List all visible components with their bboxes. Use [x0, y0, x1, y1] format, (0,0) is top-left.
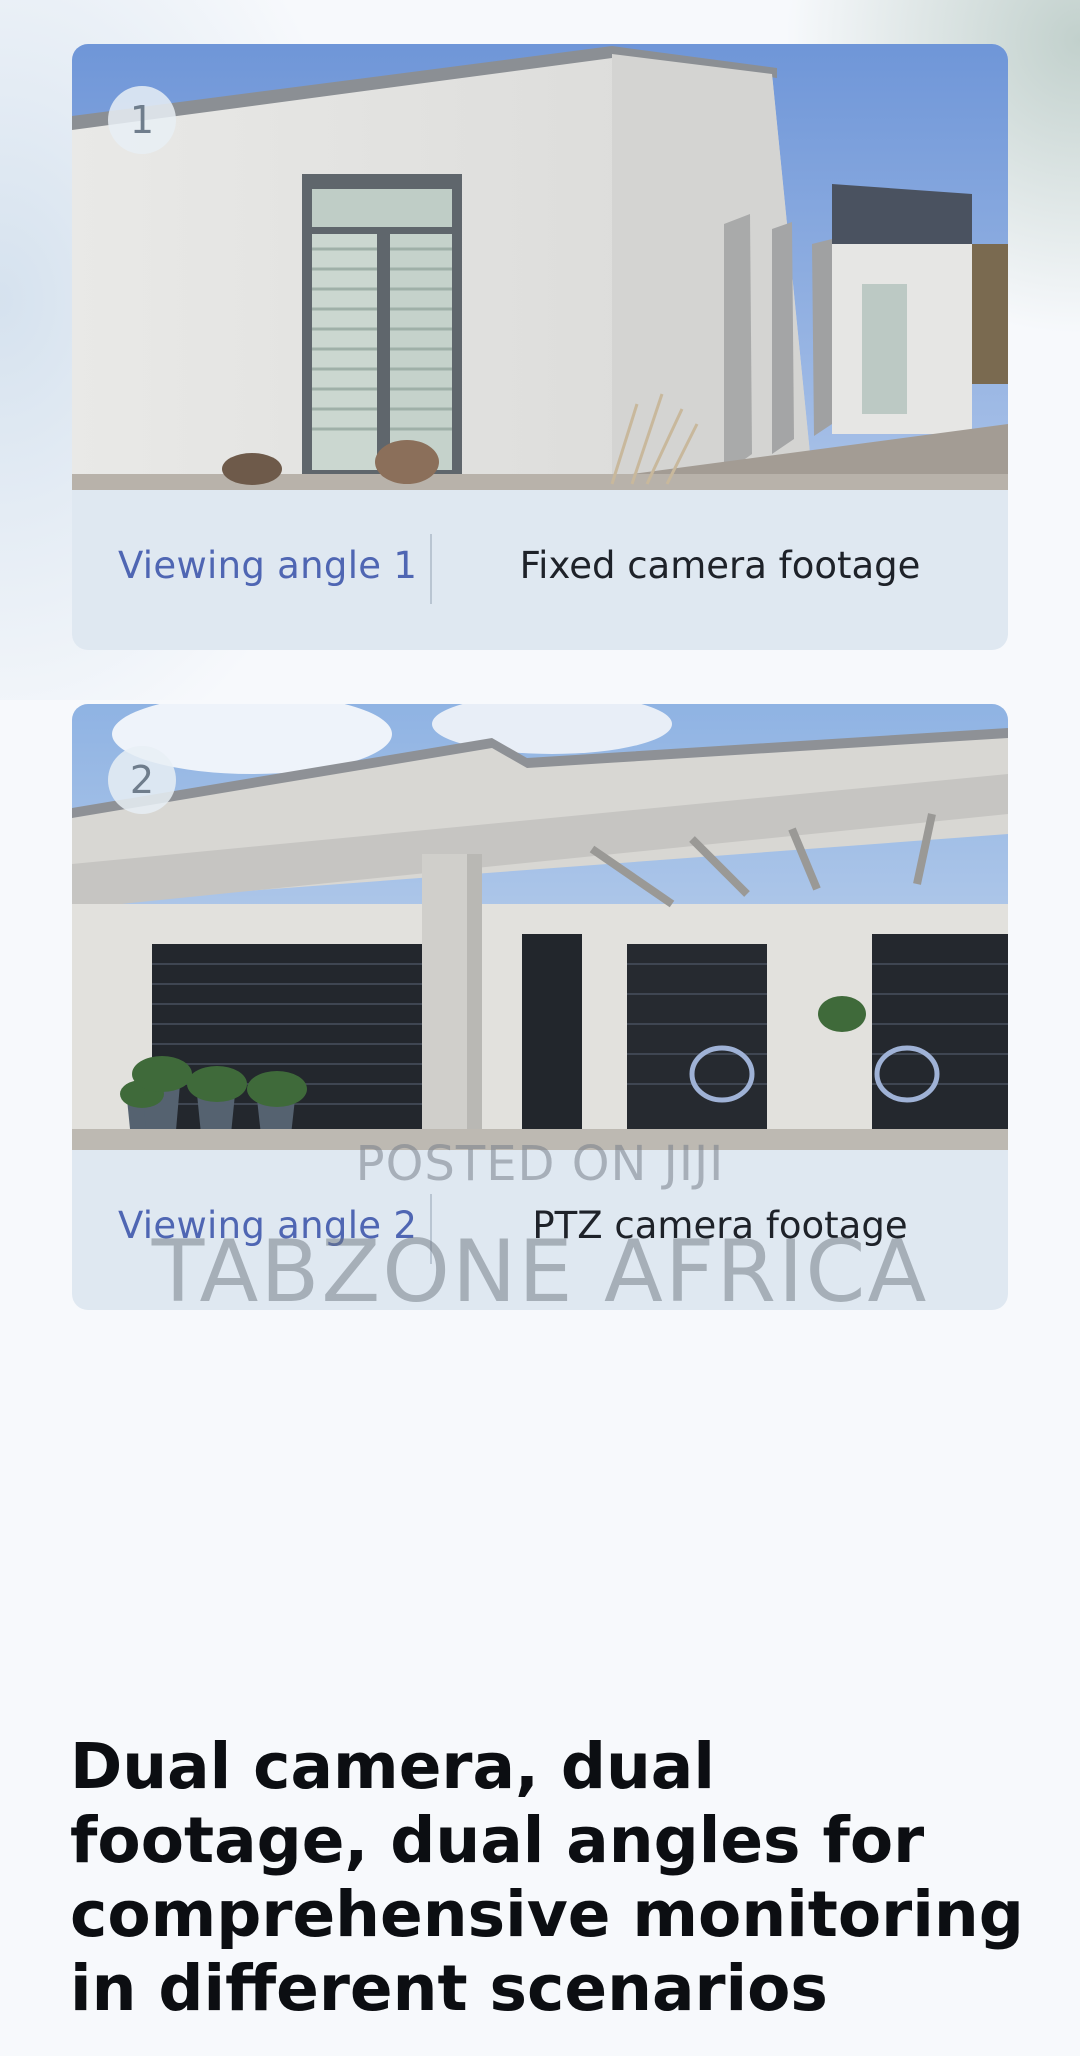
angle-number-badge: 1	[108, 86, 176, 154]
angle-number-badge: 2	[108, 746, 176, 814]
watermark-posted-on: POSTED ON JIJI	[355, 1136, 725, 1192]
viewing-angle-label: Viewing angle 1	[118, 544, 418, 587]
feature-headline: Dual camera, dual footage, dual angles f…	[70, 1730, 1024, 2025]
caption-row: Viewing angle 1 Fixed camera footage	[72, 490, 1008, 650]
house-photo-ptz-camera	[72, 704, 1008, 1150]
viewing-angle-card-2: 2 Viewing angle 2 PTZ camera footage	[72, 704, 1008, 1310]
footage-type-label: Fixed camera footage	[519, 544, 921, 587]
viewing-angle-card-1: 1 Viewing angle 1 Fixed camera footage	[72, 44, 1008, 650]
house-photo-fixed-camera	[72, 44, 1008, 490]
watermark-seller: TABZONE AFRICA	[151, 1222, 929, 1322]
